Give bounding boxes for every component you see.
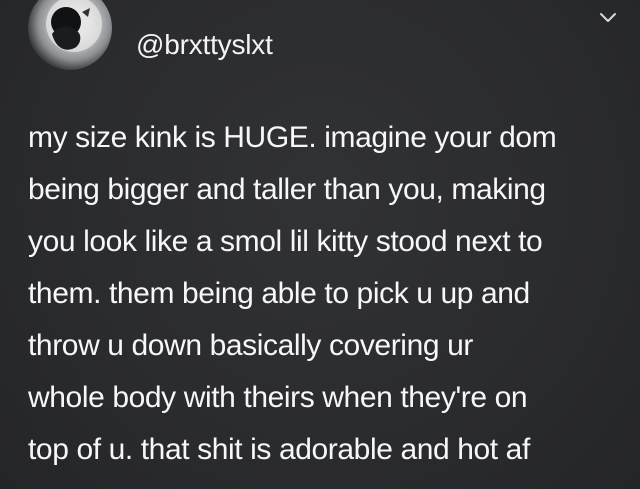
tweet-line-1: my size kink is HUGE. imagine your dom: [28, 121, 557, 154]
tweet-line-5: throw u down basically covering ur: [28, 329, 473, 362]
avatar-image-icon: [46, 0, 102, 52]
tweet-card: @brxttyslxt my size kink is HUGE. imagin…: [0, 0, 640, 489]
tweet-line-2: being bigger and taller than you, making: [28, 173, 546, 206]
tweet-line-6: whole body with theirs when they're on: [28, 381, 528, 414]
tweet-text: my size kink is HUGE. imagine your dom b…: [28, 112, 628, 476]
tweet-line-7: top of u. that shit is adorable and hot …: [28, 433, 530, 466]
chevron-down-icon[interactable]: [598, 10, 618, 26]
profile-avatar[interactable]: [28, 0, 112, 70]
tweet-line-3: you look like a smol lil kitty stood nex…: [28, 225, 543, 258]
username[interactable]: @brxttyslxt: [136, 29, 273, 61]
tweet-line-4: them. them being able to pick u up and: [28, 277, 530, 310]
